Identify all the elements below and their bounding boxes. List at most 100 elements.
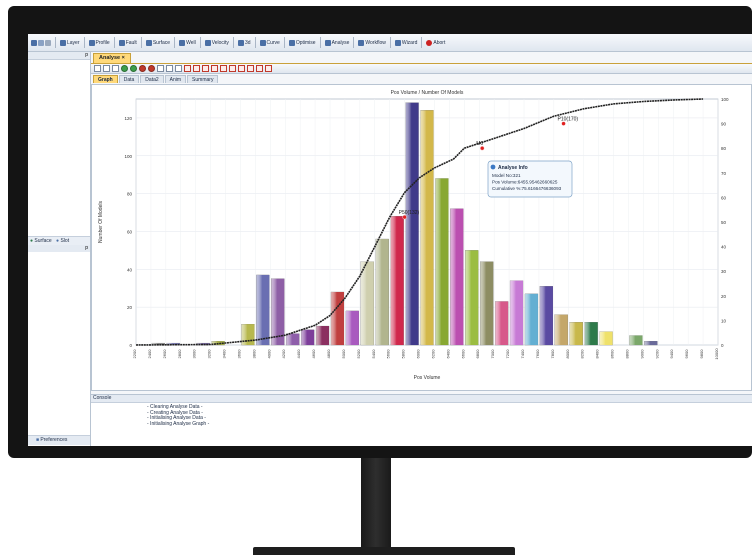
- save-icon[interactable]: [31, 39, 37, 46]
- toolbar-button-optimise[interactable]: Optimise: [286, 36, 319, 49]
- left-panel-subheader: p: [28, 245, 90, 252]
- tab-anim[interactable]: Anim: [164, 75, 187, 83]
- toolbar-label: Abort: [433, 39, 446, 46]
- align-icon[interactable]: [220, 65, 227, 72]
- toolbar-separator: [283, 37, 285, 48]
- monitor-stand-base: [253, 547, 515, 555]
- export-icon[interactable]: [112, 65, 119, 72]
- toolbar-button-wizard[interactable]: Wizard: [392, 36, 421, 49]
- toolbar-button-workflow[interactable]: Workflow: [355, 36, 388, 49]
- x-tick-label: 4600: [311, 349, 316, 359]
- toolbar-button-abort[interactable]: Abort: [423, 36, 448, 49]
- histogram-bar-shade: [465, 250, 479, 345]
- left-panel-header: p: [28, 52, 90, 60]
- x-tick-label: 5000: [341, 349, 346, 359]
- pin-icon[interactable]: p: [85, 245, 88, 251]
- toolbar-separator: [55, 37, 56, 48]
- toolbar-label: Layer: [67, 39, 80, 46]
- play-icon[interactable]: [121, 65, 128, 72]
- x-tick-label: 9400: [669, 349, 674, 359]
- x-tick-label: 4000: [266, 349, 271, 359]
- tab-graph[interactable]: Graph: [93, 75, 118, 83]
- layout-dropdown-icon[interactable]: [166, 65, 173, 72]
- histogram-bar-shade: [316, 326, 329, 345]
- histogram-bar-shade: [286, 333, 300, 345]
- align-icon[interactable]: [238, 65, 245, 72]
- print-icon[interactable]: [103, 65, 110, 72]
- y2-tick-label: 20: [721, 294, 727, 299]
- tab-slot[interactable]: ● Slot: [56, 238, 69, 244]
- tab-surface[interactable]: ● Surface: [30, 238, 52, 244]
- save-icon[interactable]: [94, 65, 101, 72]
- x-tick-label: 5800: [401, 349, 406, 359]
- analyse-toolbar: [91, 63, 752, 74]
- histogram-bar-shade: [539, 286, 553, 345]
- toolbar-button-fault[interactable]: Fault: [116, 36, 140, 49]
- histogram-bar-shade: [256, 274, 270, 345]
- tooltip-line: Model No:321: [492, 173, 521, 178]
- y-tick-label: 20: [127, 305, 133, 310]
- toolbar-label: Analyse: [331, 39, 350, 46]
- view-dropdown-icon[interactable]: [157, 65, 164, 72]
- document-tab-analyse[interactable]: Analyse ×: [93, 53, 131, 63]
- histogram-bar-shade: [569, 322, 583, 345]
- x-tick-label: 5400: [371, 349, 376, 359]
- y-axis-label: Number Of Models: [98, 201, 104, 243]
- y2-tick-label: 30: [721, 269, 727, 274]
- x-tick-label: 8200: [580, 349, 585, 359]
- tab-preferences[interactable]: ■ Preferences: [36, 437, 67, 443]
- grid-icon[interactable]: [193, 65, 200, 72]
- histogram-bar-shade: [450, 208, 464, 345]
- workflow-icon: [358, 39, 365, 46]
- x-axis-label: Pos Volume: [414, 375, 441, 381]
- x-tick-label: 9000: [639, 349, 644, 359]
- x-tick-label: 8000: [565, 349, 570, 359]
- x-tick-label: 8800: [624, 349, 629, 359]
- align-icon[interactable]: [247, 65, 254, 72]
- x-tick-label: 5200: [356, 349, 361, 359]
- tab-data[interactable]: Data: [118, 75, 140, 83]
- search-icon[interactable]: [38, 39, 44, 46]
- x-tick-label: 8600: [610, 349, 615, 359]
- close-icon[interactable]: ×: [122, 55, 125, 61]
- x-tick-label: 2400: [147, 349, 152, 359]
- x-tick-label: 6800: [475, 349, 480, 359]
- console-title: Console: [91, 395, 752, 403]
- add-icon[interactable]: [184, 65, 191, 72]
- toolbar-button-analyse[interactable]: Analyse: [322, 36, 353, 49]
- tab-data2[interactable]: Data2: [140, 75, 164, 83]
- y-tick-label: 120: [124, 116, 132, 121]
- toolbar-button-layer[interactable]: Layer: [57, 36, 83, 49]
- annotation-label: P10(170): [558, 117, 579, 123]
- histogram-bar-shade: [644, 341, 658, 345]
- x-tick-label: 7000: [490, 349, 495, 359]
- toolbar-button-3d[interactable]: 3d: [235, 36, 254, 49]
- toolbar-button-well[interactable]: Well: [176, 36, 199, 49]
- options-dropdown-icon[interactable]: [175, 65, 182, 72]
- toolbar-button-velocity[interactable]: Velocity: [202, 36, 232, 49]
- y2-tick-label: 100: [721, 97, 729, 102]
- record-icon[interactable]: [139, 65, 146, 72]
- grid-icon[interactable]: [202, 65, 209, 72]
- annotation-label: P50(132): [399, 210, 420, 216]
- undo-icon[interactable]: [45, 39, 51, 46]
- toolbar-label: Curve: [266, 39, 280, 46]
- pin-icon[interactable]: p: [85, 52, 88, 58]
- x-tick-label: 6000: [416, 349, 421, 359]
- app-window: Layer Profile Fault Surface Well Velocit…: [28, 34, 752, 446]
- toolbar-separator: [140, 37, 142, 48]
- quick-access-icons: [28, 36, 54, 49]
- play-icon[interactable]: [130, 65, 137, 72]
- tab-summary[interactable]: Summary: [187, 75, 219, 83]
- toolbar-button-profile[interactable]: Profile: [86, 36, 113, 49]
- align-icon[interactable]: [211, 65, 218, 72]
- record-icon[interactable]: [148, 65, 155, 72]
- toolbar-button-surface[interactable]: Surface: [143, 36, 173, 49]
- fit-icon[interactable]: [256, 65, 263, 72]
- optimise-icon: [288, 39, 295, 46]
- align-icon[interactable]: [229, 65, 236, 72]
- toolbar-button-curve[interactable]: Curve: [257, 36, 283, 49]
- toolbar-separator: [199, 37, 201, 48]
- x-tick-label: 9600: [684, 349, 689, 359]
- zoom-icon[interactable]: [265, 65, 272, 72]
